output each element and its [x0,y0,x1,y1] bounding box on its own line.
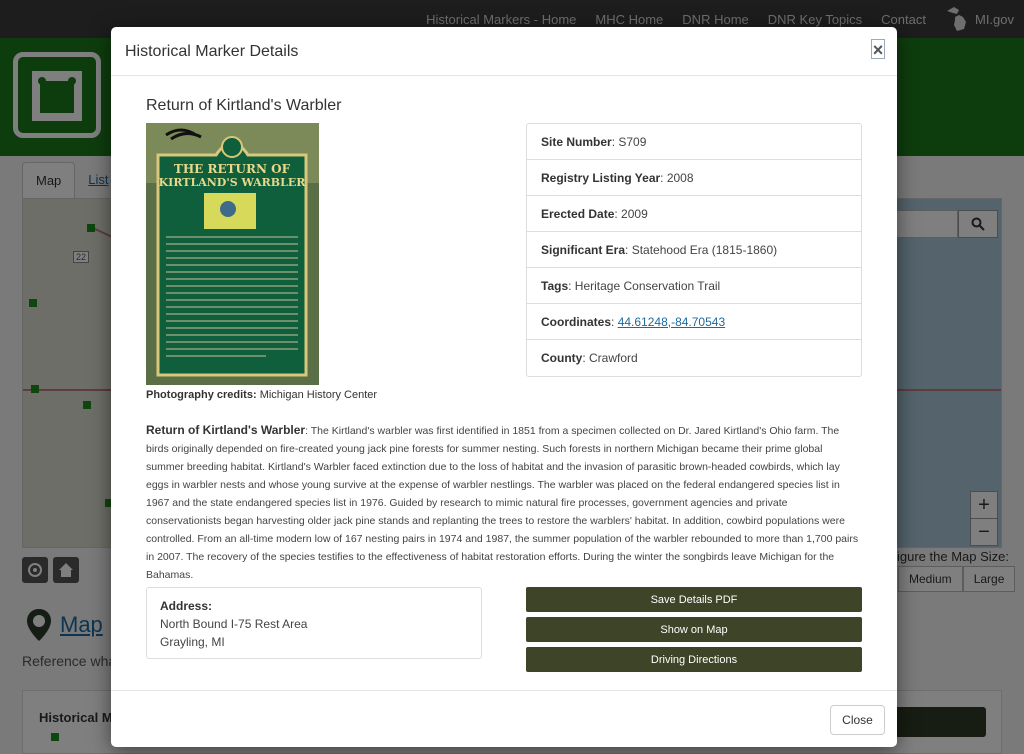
marker-details-list: Site Number: S709 Registry Listing Year:… [526,123,862,377]
coordinates-link[interactable]: 44.61248,-84.70543 [618,315,725,329]
sign-title-line1: THE RETURN OF [174,162,291,176]
detail-value: Heritage Conservation Trail [574,278,721,293]
detail-label: Significant Era [541,242,626,257]
description-title: Return of Kirtland's Warbler [146,423,306,437]
photo-credits: Photography credits: Michigan History Ce… [146,389,377,401]
detail-value: Crawford [589,351,638,365]
marker-details-modal: Historical Marker Details × Return of Ki… [111,27,897,747]
close-button[interactable]: Close [830,705,885,735]
address-label: Address: [160,599,213,613]
detail-county: County: Crawford [541,351,638,365]
address-line2: Grayling, MI [160,635,225,649]
detail-label: Site Number [541,134,612,149]
show-on-map-button[interactable]: Show on Map [526,617,862,642]
address-line1: North Bound I-75 Rest Area [160,617,308,631]
marker-description: Return of Kirtland's Warbler: The Kirtla… [146,423,859,581]
sign-title-line2: KIRTLAND'S WARBLER [159,176,307,189]
detail-label: County [541,351,583,365]
address-box: Address: North Bound I-75 Rest Area Gray… [146,587,482,659]
detail-label: Tags [541,278,569,293]
modal-footer: Close [111,690,897,747]
detail-value: 2008 [666,170,694,185]
detail-registry-year: Registry Listing Year: 2008 [527,160,861,196]
detail-site-number: Site Number: S709 [527,124,861,160]
modal-title: Historical Marker Details [125,43,299,60]
marker-title: Return of Kirtland's Warbler [146,97,342,114]
detail-tags: Tags: Heritage Conservation Trail [527,268,861,304]
detail-label: Coordinates [541,314,612,329]
save-details-pdf-button[interactable]: Save Details PDF [526,587,862,612]
detail-label: Erected Date [541,206,615,221]
detail-value: Statehood Era (1815-1860) [631,242,778,257]
detail-label: Registry Listing Year [541,170,661,185]
modal-close-x-button[interactable]: × [871,39,885,60]
marker-photo: THE RETURN OF KIRTLAND'S WARBLER [146,123,319,385]
detail-coordinates: Coordinates: 44.61248,-84.70543 [527,304,861,340]
detail-significant-era: Significant Era: Statehood Era (1815-186… [527,232,861,268]
detail-erected-date: Erected Date: 2009 [527,196,861,232]
credits-value: Michigan History Center [259,389,378,401]
detail-value: 2009 [621,206,648,221]
description-text: The Kirtland's warbler was first identif… [146,425,859,581]
driving-directions-button[interactable]: Driving Directions [526,647,862,672]
detail-value: S709 [618,134,647,149]
credits-label: Photography credits: [146,389,257,401]
modal-header: Historical Marker Details × [111,27,897,76]
